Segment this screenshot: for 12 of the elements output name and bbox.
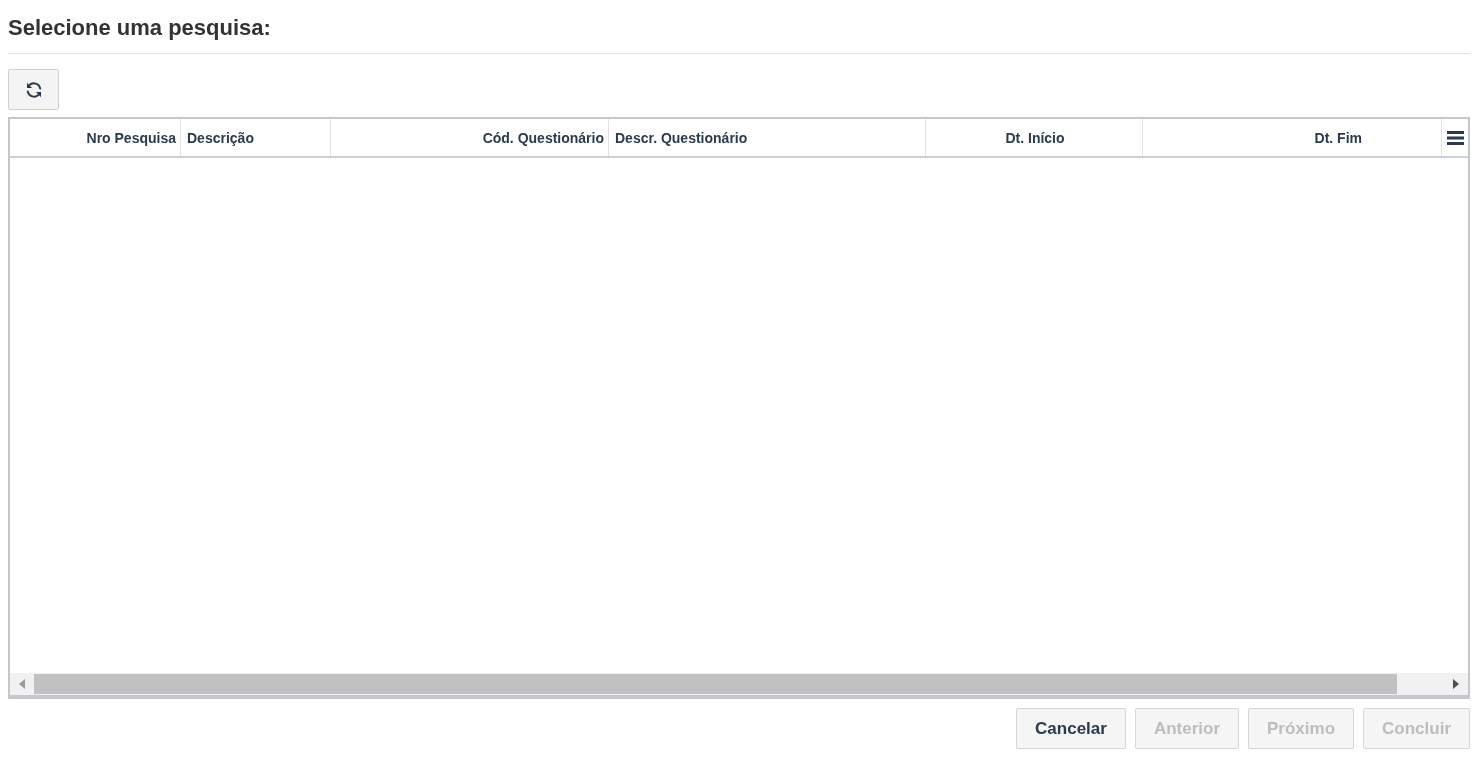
scrollbar-thumb[interactable] xyxy=(34,674,1397,694)
menu-icon[interactable] xyxy=(1446,130,1464,145)
column-header[interactable]: Descrição xyxy=(181,119,331,156)
column-header[interactable]: Nro Pesquisa xyxy=(10,119,181,156)
column-header[interactable]: Cód. Questionário xyxy=(331,119,609,156)
column-header[interactable]: Descr. Questionário xyxy=(609,119,926,156)
page-title: Selecione uma pesquisa: xyxy=(8,14,271,41)
action-button[interactable]: Cancelar xyxy=(1016,708,1126,749)
scroll-right-arrow-icon[interactable] xyxy=(1453,679,1459,689)
column-header[interactable]: Dt. Início xyxy=(926,119,1143,156)
refresh-button[interactable] xyxy=(8,69,59,110)
horizontal-scrollbar[interactable] xyxy=(10,673,1468,695)
